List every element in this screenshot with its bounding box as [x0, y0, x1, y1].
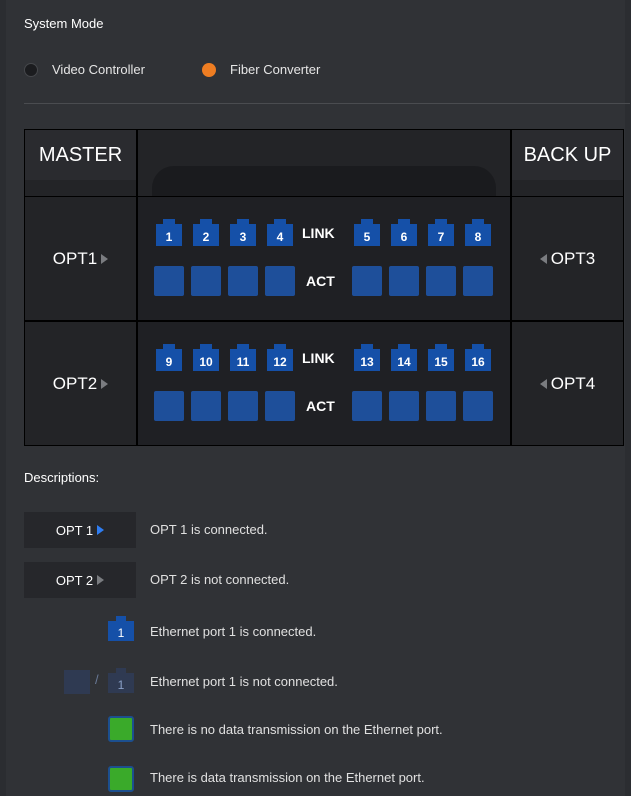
- act-indicator: [352, 266, 382, 296]
- act-indicator: [265, 266, 295, 296]
- legend-opt-disconnected: OPT 2: [24, 562, 136, 598]
- legend-text: OPT 2 is not connected.: [150, 572, 290, 587]
- fiber-converter-panel: MASTER BACK UP OPT1 1 2 3 4 LINK 5 6 7 8…: [24, 129, 624, 446]
- radio-label: Fiber Converter: [230, 62, 321, 77]
- opt4-port: OPT4: [512, 322, 623, 445]
- port-group-2: 9 10 11 12 LINK 13 14 15 16 ACT: [138, 322, 510, 445]
- radio-off-icon: [24, 62, 38, 77]
- system-mode-title: System Mode: [24, 16, 104, 31]
- act-indicator: [265, 391, 295, 421]
- act-indicator: [389, 266, 419, 296]
- act-indicator: [389, 391, 419, 421]
- ethernet-port: 14: [391, 344, 417, 371]
- legend-opt-connected: OPT 1: [24, 512, 136, 548]
- arrow-right-icon: [101, 378, 109, 389]
- ethernet-port: 2: [193, 219, 219, 246]
- ethernet-port: 11: [230, 344, 256, 371]
- legend-text: There is no data transmission on the Eth…: [150, 722, 443, 737]
- arrow-right-gray-icon: [97, 575, 105, 585]
- opt2-label: OPT2: [52, 373, 98, 393]
- act-indicator: [191, 391, 221, 421]
- ethernet-port: 7: [428, 219, 454, 246]
- radio-on-icon: [202, 62, 216, 77]
- legend-text: There is data transmission on the Ethern…: [150, 770, 425, 785]
- ethernet-port: 13: [354, 344, 380, 371]
- legend-text: OPT 1 is connected.: [150, 522, 268, 537]
- opt2-port: OPT2: [25, 322, 136, 445]
- act-indicator: [154, 391, 184, 421]
- separator: [24, 103, 630, 104]
- act-indicator: [352, 391, 382, 421]
- act-indicator: [426, 266, 456, 296]
- act-green-icon: [108, 766, 134, 792]
- act-indicator: [154, 266, 184, 296]
- link-label: LINK: [302, 350, 335, 366]
- opt3-label: OPT3: [550, 248, 596, 268]
- act-indicator: [228, 266, 258, 296]
- act-indicator: [228, 391, 258, 421]
- descriptions-title: Descriptions:: [24, 470, 100, 485]
- act-label: ACT: [306, 273, 335, 289]
- legend-text: Ethernet port 1 is not connected.: [150, 674, 338, 689]
- act-label: ACT: [306, 398, 335, 414]
- ethernet-port: 10: [193, 344, 219, 371]
- opt3-port: OPT3: [512, 197, 623, 320]
- act-green-icon: [108, 716, 134, 742]
- opt1-port: OPT1: [25, 197, 136, 320]
- act-indicator: [463, 266, 493, 296]
- legend-sample: OPT 1: [55, 522, 94, 538]
- master-header-base: [25, 180, 136, 196]
- act-indicator: [463, 391, 493, 421]
- ethernet-disconnected-icon: 1: [108, 668, 134, 693]
- radio-fiber-converter[interactable]: Fiber Converter: [202, 62, 320, 77]
- radio-label: Video Controller: [52, 62, 145, 77]
- opt1-label: OPT1: [52, 248, 98, 268]
- arrow-left-icon: [539, 378, 547, 389]
- arrow-left-icon: [539, 253, 547, 264]
- link-label: LINK: [302, 225, 335, 241]
- opt4-label: OPT4: [550, 373, 596, 393]
- arrow-right-icon: [101, 253, 109, 264]
- radio-video-controller[interactable]: Video Controller: [24, 62, 145, 77]
- act-indicator: [191, 266, 221, 296]
- ethernet-port: 15: [428, 344, 454, 371]
- ethernet-port: 9: [156, 344, 182, 371]
- device-notch: [152, 166, 496, 196]
- ethernet-port: 5: [354, 219, 380, 246]
- legend-text: Ethernet port 1 is connected.: [150, 624, 317, 639]
- backup-header: BACK UP: [512, 130, 623, 180]
- ethernet-port: 4: [267, 219, 293, 246]
- device-top: [138, 130, 510, 196]
- port-group-1: 1 2 3 4 LINK 5 6 7 8 ACT: [138, 197, 510, 320]
- ethernet-port: 8: [465, 219, 491, 246]
- master-header: MASTER: [25, 130, 136, 180]
- ethernet-connected-icon: 1: [108, 616, 134, 641]
- backup-header-base: [512, 180, 623, 196]
- act-indicator: [426, 391, 456, 421]
- ethernet-port: 3: [230, 219, 256, 246]
- ethernet-port: 1: [156, 219, 182, 246]
- ethernet-port: 12: [267, 344, 293, 371]
- slash-separator: /: [95, 672, 99, 687]
- ethernet-port: 16: [465, 344, 491, 371]
- legend-sample: OPT 2: [55, 572, 94, 588]
- arrow-right-blue-icon: [97, 525, 105, 535]
- ethernet-disconnected-icon: [64, 670, 90, 694]
- ethernet-port: 6: [391, 219, 417, 246]
